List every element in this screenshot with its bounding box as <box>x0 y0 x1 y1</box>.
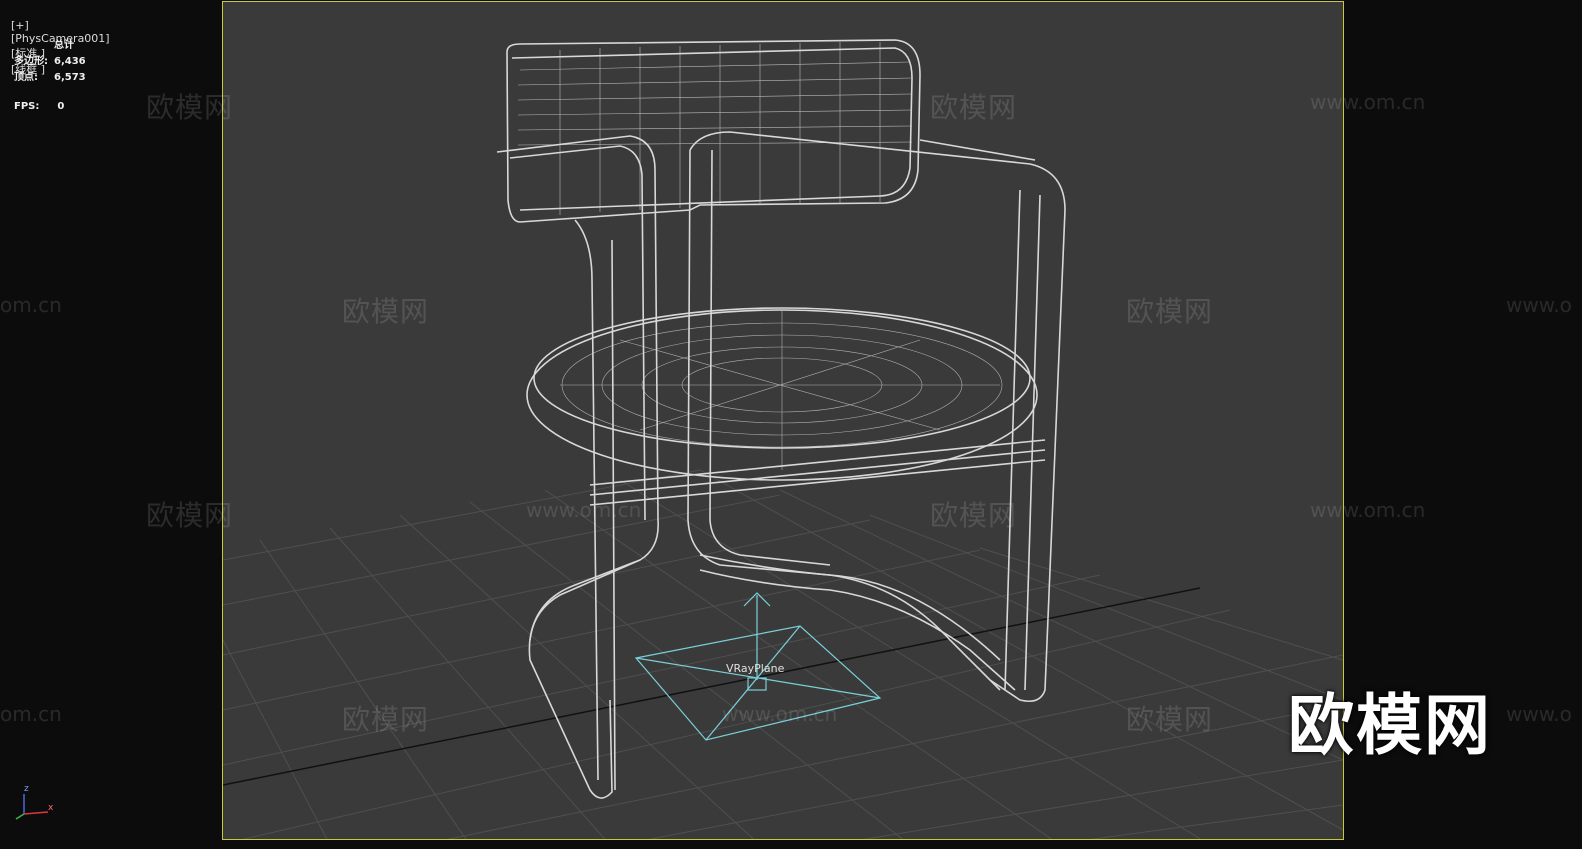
viewport-menu-plus[interactable]: [+] <box>11 19 29 32</box>
fps-value: 0 <box>57 101 65 112</box>
watermark: 欧模网 <box>1126 295 1214 328</box>
stats-header: 总计 <box>54 40 74 51</box>
axis-x-label: x <box>48 803 54 813</box>
vertices-label: 顶点: <box>14 72 38 83</box>
watermark: 欧模网 <box>146 91 234 124</box>
polygons-value: 6,436 <box>54 56 86 67</box>
vertices-value: 6,573 <box>54 72 86 83</box>
watermark-url: www.o <box>1506 293 1572 317</box>
axis-tripod-icon: z x <box>12 784 62 822</box>
watermark-url: www.om.cn <box>722 702 838 726</box>
watermark: 欧模网 <box>342 703 430 736</box>
watermark-url: www.o <box>1506 702 1572 726</box>
watermark: 欧模网 <box>930 499 1018 532</box>
fps-counter: FPS: 0 <box>14 101 64 112</box>
fps-label: FPS: <box>14 101 40 112</box>
watermark-url: www.om.cn <box>526 498 642 522</box>
watermark-url: om.cn <box>0 293 62 317</box>
vray-plane-label: VRayPlane <box>726 662 785 675</box>
watermark-url: www.om.cn <box>1310 498 1426 522</box>
polygons-label: 多边形: <box>14 56 48 67</box>
watermark-url: www.om.cn <box>1310 90 1426 114</box>
watermark-url: om.cn <box>0 702 62 726</box>
brand-watermark-large: 欧模网 <box>1288 687 1492 764</box>
watermark: 欧模网 <box>146 499 234 532</box>
watermark: 欧模网 <box>1126 703 1214 736</box>
watermark: 欧模网 <box>342 295 430 328</box>
scene-statistics: 总计 多边形: 6,436 顶点: 6,573 <box>14 38 86 86</box>
axis-z-label: z <box>24 784 29 794</box>
watermark: 欧模网 <box>930 91 1018 124</box>
